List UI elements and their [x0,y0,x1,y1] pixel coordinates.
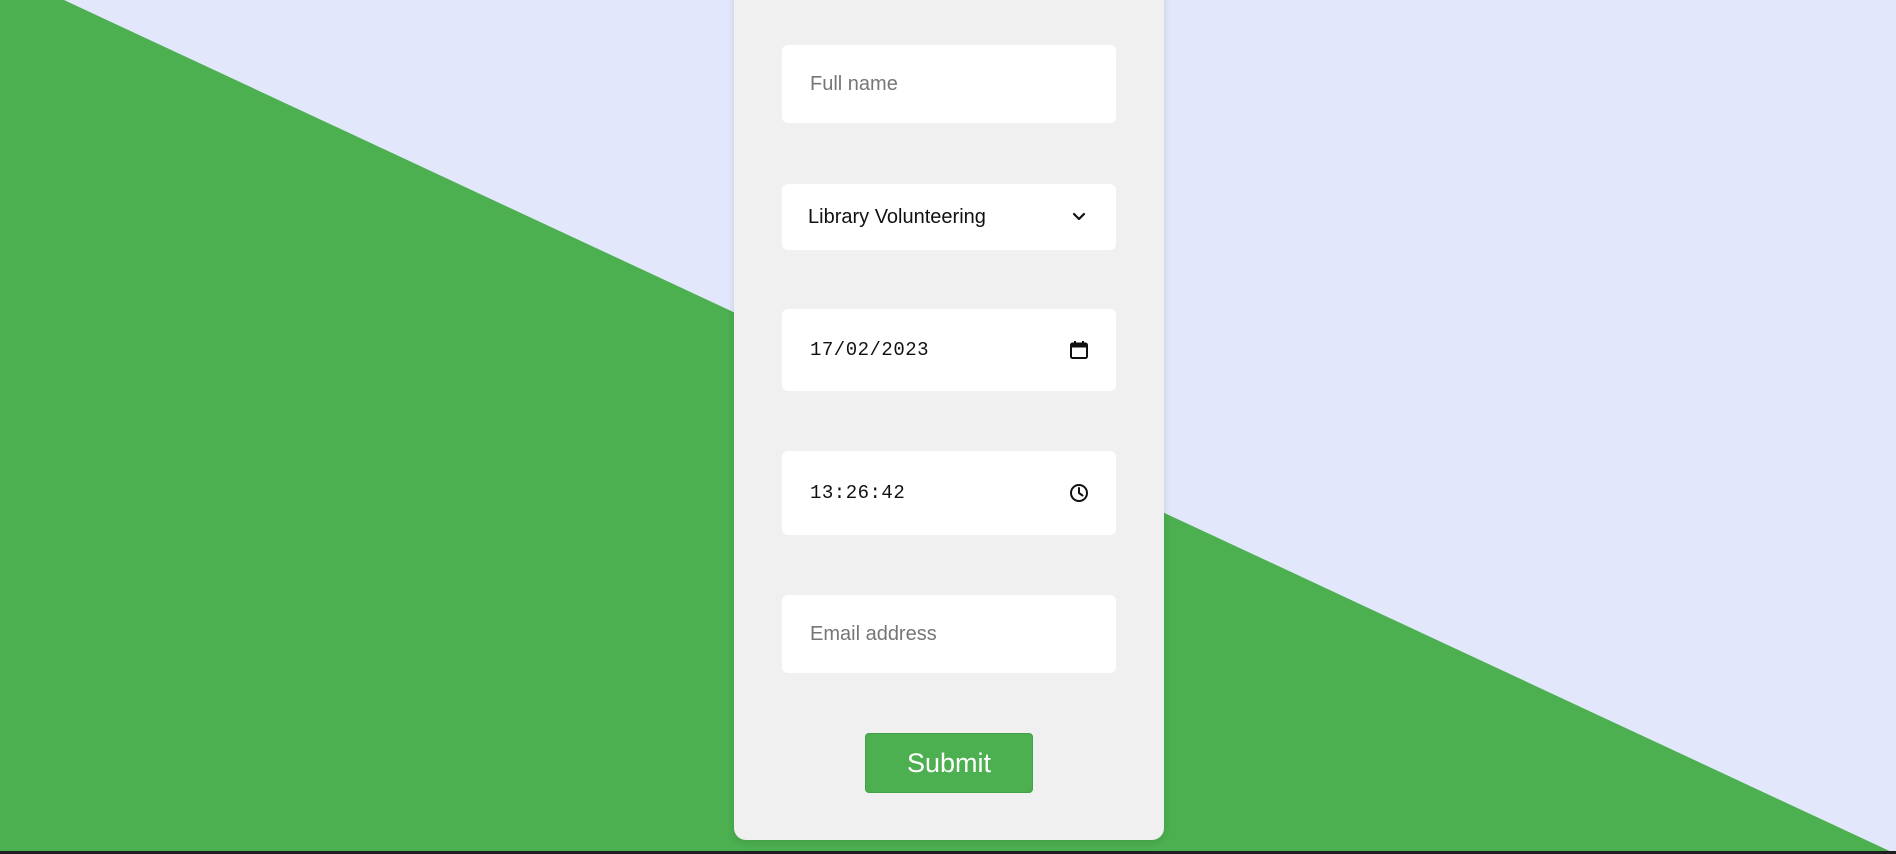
activity-select-value: Library Volunteering [808,205,986,228]
chevron-down-icon[interactable] [1068,206,1090,228]
page-background: Library Volunteering 17/02/2023 13:26:42 [0,0,1896,854]
clock-icon[interactable] [1068,482,1090,504]
email-field[interactable] [782,595,1116,673]
submit-button[interactable]: Submit [865,733,1033,793]
time-input[interactable]: 13:26:42 [782,451,1116,535]
time-value: 13:26:42 [810,482,906,504]
full-name-input[interactable] [782,45,1116,123]
form-card [734,0,1164,840]
email-input[interactable] [782,595,1116,673]
date-input[interactable]: 17/02/2023 [782,309,1116,391]
calendar-icon[interactable] [1068,339,1090,361]
activity-select[interactable]: Library Volunteering [782,184,1116,250]
date-value: 17/02/2023 [810,339,930,361]
full-name-field[interactable] [782,45,1116,123]
